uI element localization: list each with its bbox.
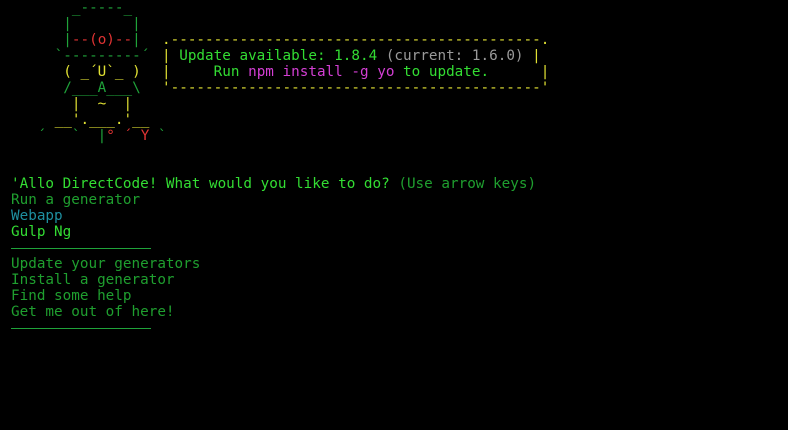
update-box-right-edge: | — [540, 64, 550, 80]
prompt-question: 'Allo DirectCode! What would you like to… — [11, 176, 390, 192]
update-box-left-edge: | — [162, 48, 171, 64]
update-box-bottom-border: '---------------------------------------… — [162, 80, 550, 96]
to-update-label: to update. — [403, 64, 490, 80]
menu-item-install-generator[interactable]: Install a generator — [11, 272, 536, 288]
mascot-head-right: | — [132, 32, 141, 48]
mascot-line-3: |--(o)--| — [3, 32, 167, 48]
update-box-left-edge: | — [162, 64, 171, 80]
mascot-line-7: | ~ | — [3, 96, 133, 112]
mascot-degree: ° — [106, 128, 124, 144]
mascot-line-9: ´ ` |° ´ Y ` — [3, 128, 167, 144]
npm-install-command: npm install -g yo — [248, 64, 395, 80]
menu-item-exit[interactable]: Get me out of here! — [11, 304, 536, 320]
update-box-line-2: | Run npm install -g yo to update. | — [162, 64, 549, 80]
mascot-line-4: `---------´ — [3, 48, 150, 64]
menu-item-webapp[interactable]: Webapp — [11, 208, 536, 224]
terminal-window: _-----_ | | |--(o)--| `---------´ ( _´U`… — [0, 0, 788, 430]
mascot-line-8: __'.___.'__ — [3, 112, 150, 128]
update-available-label: Update available: 1.8.4 — [179, 48, 378, 64]
run-label: Run — [213, 64, 240, 80]
mascot-y: ´ Y — [123, 128, 150, 144]
menu-item-find-help[interactable]: Find some help — [11, 288, 536, 304]
mascot-feet-right: ` — [149, 128, 167, 144]
menu-item-update-generators[interactable]: Update your generators — [11, 256, 536, 272]
menu-separator — [11, 320, 536, 336]
menu-separator — [11, 240, 536, 256]
mascot-head-left: | — [3, 32, 72, 48]
prompt-question-line: 'Allo DirectCode! What would you like to… — [11, 176, 536, 192]
mascot-line-1: _-----_ — [3, 0, 133, 16]
update-box-top-border: .---------------------------------------… — [162, 32, 550, 48]
mascot-line-5: ( _´U`_ ) — [3, 64, 141, 80]
generator-menu: 'Allo DirectCode! What would you like to… — [11, 176, 536, 336]
menu-item-run-generator[interactable]: Run a generator — [11, 192, 536, 208]
mascot-line-6: /___A___\ — [3, 80, 141, 96]
update-box-line-1: | Update available: 1.8.4 (current: 1.6.… — [162, 48, 549, 64]
mascot-eyes: --(o)-- — [71, 32, 133, 48]
current-version-label: (current: 1.6.0) — [385, 48, 524, 64]
prompt-hint: (Use arrow keys) — [398, 176, 537, 192]
update-notice-box: .---------------------------------------… — [162, 32, 549, 96]
update-box-right-edge: | — [532, 48, 541, 64]
yeoman-mascot: _-----_ | | |--(o)--| `---------´ ( _´U`… — [3, 0, 167, 144]
menu-item-gulp-ng[interactable]: Gulp Ng — [11, 224, 536, 240]
mascot-line-2: | | — [3, 16, 141, 32]
mascot-feet-left: ´ ` | — [3, 128, 107, 144]
